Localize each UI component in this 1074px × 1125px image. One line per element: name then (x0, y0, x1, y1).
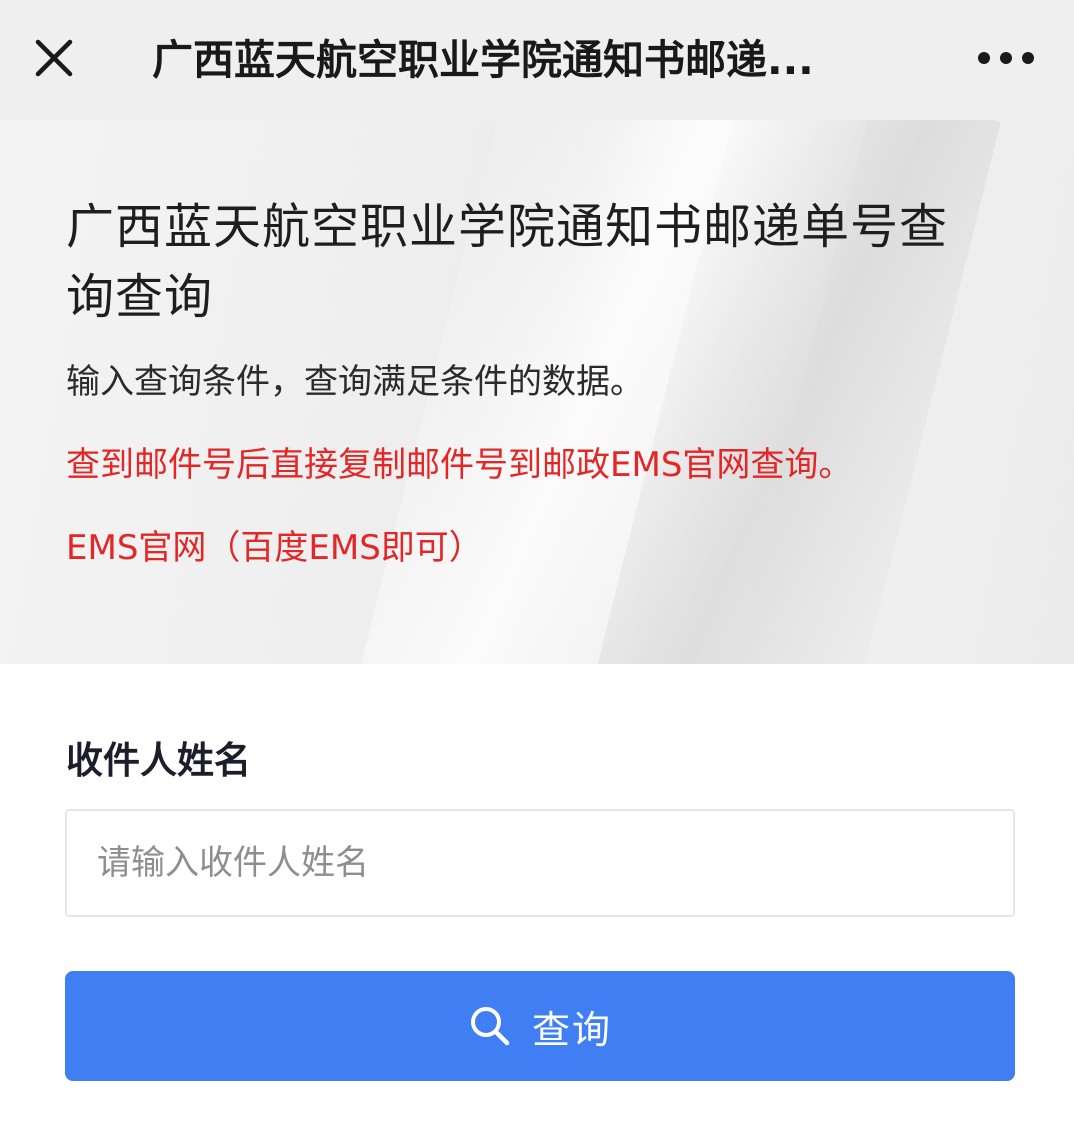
recipient-name-label: 收件人姓名 (66, 739, 251, 782)
page-description: 输入查询条件，查询满足条件的数据。 (66, 362, 644, 402)
more-dots-icon (968, 34, 1044, 82)
ems-notice: 查到邮件号后直接复制邮件号到邮政EMS官网查询。 (66, 445, 853, 485)
page-title: 广西蓝天航空职业学院通知书邮递单号查询查询 (66, 199, 949, 325)
recipient-name-input[interactable] (65, 809, 1015, 917)
topbar-title: 广西蓝天航空职业学院通知书邮递... (152, 36, 814, 84)
more-button[interactable] (968, 34, 1044, 82)
top-navigation-bar: 广西蓝天航空职业学院通知书邮递... (0, 0, 1074, 120)
search-button[interactable]: 查询 (65, 971, 1015, 1081)
search-button-label: 查询 (531, 1007, 612, 1052)
header-banner: 广西蓝天航空职业学院通知书邮递单号查询查询 输入查询条件，查询满足条件的数据。 … (0, 120, 1074, 664)
close-icon (22, 26, 86, 90)
search-icon (468, 1004, 512, 1048)
close-button[interactable] (22, 26, 86, 90)
ems-official-link[interactable]: EMS官网（百度EMS即可） (66, 522, 483, 574)
